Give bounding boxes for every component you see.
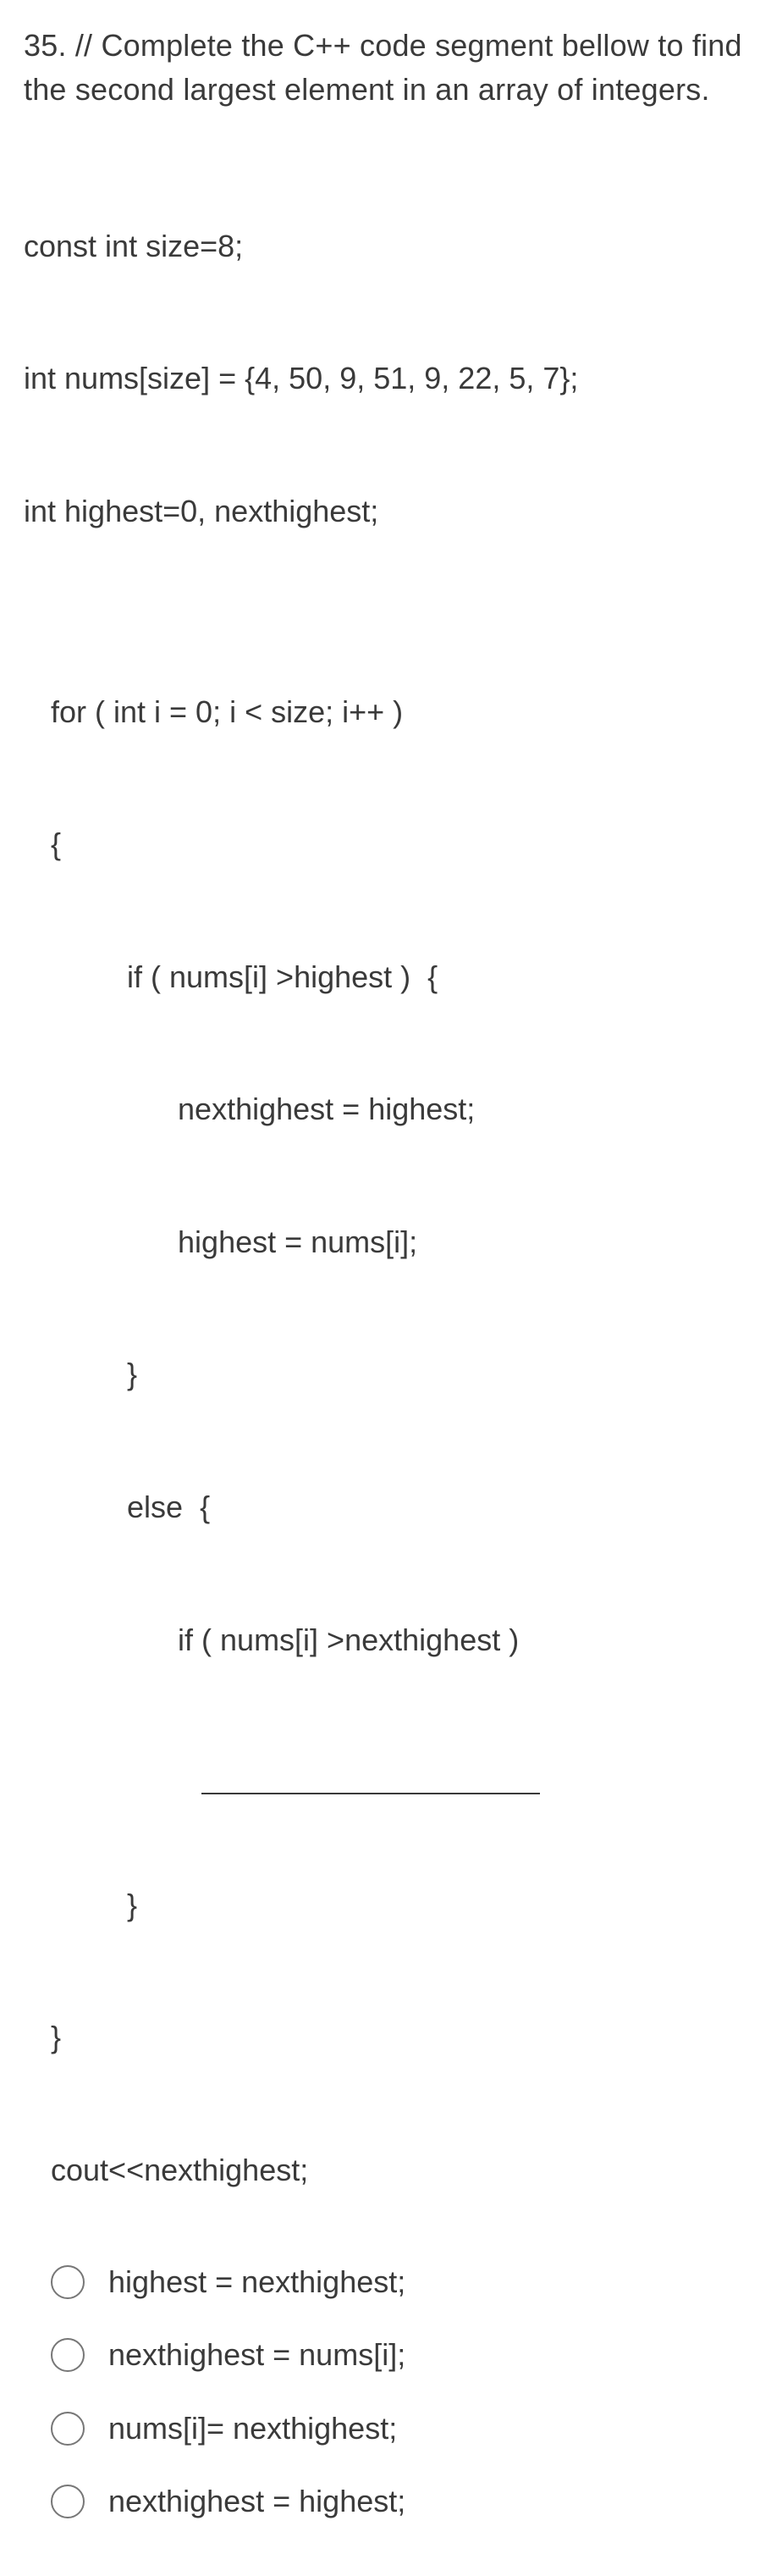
option-label: nums[i]= nexthighest; <box>108 2407 397 2451</box>
option-3[interactable]: nums[i]= nexthighest; <box>51 2407 758 2451</box>
option-label: highest = nexthighest; <box>108 2260 405 2304</box>
code-line: else { <box>51 1485 758 1529</box>
code-line: if ( nums[i] >highest ) { <box>51 955 758 999</box>
question-prompt-text: // Complete the C++ code segment bellow … <box>24 28 742 107</box>
radio-icon[interactable] <box>51 2265 85 2299</box>
code-line: highest = nums[i]; <box>51 1220 758 1264</box>
question-number: 35. <box>24 28 67 63</box>
code-line: nexthighest = highest; <box>51 1087 758 1131</box>
radio-icon[interactable] <box>51 2338 85 2372</box>
option-2[interactable]: nexthighest = nums[i]; <box>51 2333 758 2377</box>
code-line: for ( int i = 0; i < size; i++ ) <box>51 690 758 734</box>
option-label: nexthighest = highest; <box>108 2479 405 2523</box>
radio-icon[interactable] <box>51 2485 85 2518</box>
code-blank-line <box>51 1750 758 1794</box>
code-line: int nums[size] = {4, 50, 9, 51, 9, 22, 5… <box>24 357 758 401</box>
fill-in-blank[interactable] <box>201 1757 540 1794</box>
code-line: } <box>51 1352 758 1396</box>
code-line: } <box>51 1883 758 1927</box>
code-declarations: const int size=8; int nums[size] = {4, 5… <box>24 135 758 578</box>
code-line: if ( nums[i] >nexthighest ) <box>51 1618 758 1662</box>
option-4[interactable]: nexthighest = highest; <box>51 2479 758 2523</box>
radio-icon[interactable] <box>51 2412 85 2446</box>
option-1[interactable]: highest = nexthighest; <box>51 2260 758 2304</box>
code-line: int highest=0, nexthighest; <box>24 489 758 533</box>
code-line: { <box>51 822 758 866</box>
code-line: cout<<nexthighest; <box>51 2148 758 2192</box>
code-line: } <box>51 2015 758 2059</box>
code-body: for ( int i = 0; i < size; i++ ) { if ( … <box>24 601 758 2236</box>
code-line: const int size=8; <box>24 224 758 268</box>
question-prompt: 35. // Complete the C++ code segment bel… <box>24 24 758 112</box>
option-label: nexthighest = nums[i]; <box>108 2333 405 2377</box>
options-group: highest = nexthighest; nexthighest = num… <box>24 2260 758 2523</box>
